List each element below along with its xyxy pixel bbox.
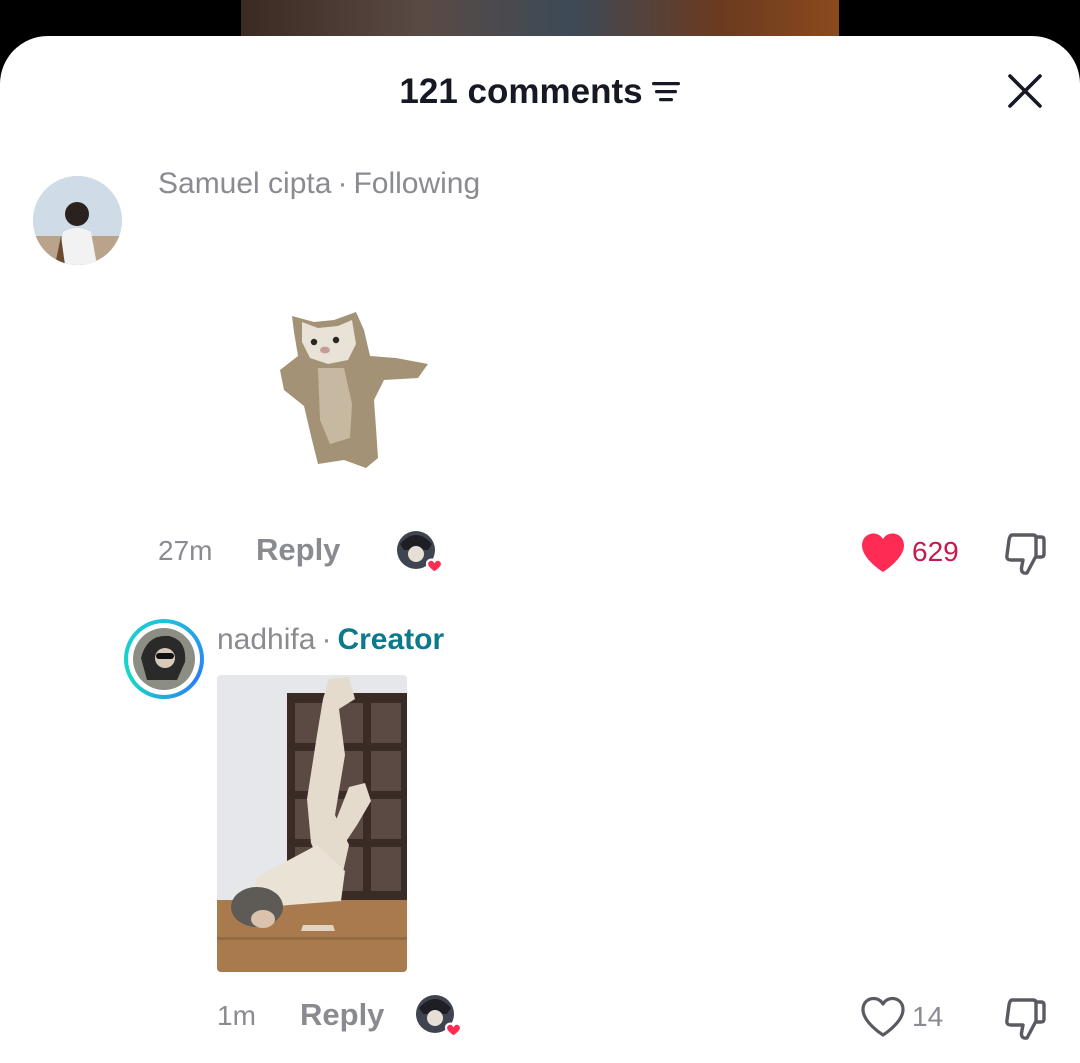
avatar[interactable] (33, 176, 122, 265)
creator-liked-indicator (415, 994, 463, 1038)
comment-username[interactable]: Samuel cipta (158, 167, 331, 200)
filter-icon[interactable] (651, 80, 681, 104)
separator-dot: · (321, 623, 332, 656)
heart-icon[interactable] (860, 532, 906, 574)
like-count: 629 (912, 536, 959, 567)
comments-count-title: 121 comments (399, 72, 643, 111)
comment-author-line: Samuel cipta · Following (158, 167, 480, 201)
creator-liked-avatar (397, 531, 444, 574)
reply-author-line: nadhifa · Creator (217, 623, 444, 657)
comment-timestamp: 27m (158, 535, 213, 566)
creator-liked-indicator (396, 530, 444, 574)
reply-button[interactable]: Reply (300, 997, 384, 1033)
comment-relation: Following (353, 167, 481, 200)
heart-outline-icon[interactable] (860, 996, 906, 1038)
reply-timestamp: 1m (217, 1000, 256, 1031)
creator-badge: Creator (337, 623, 445, 656)
reply-like-count: 14 (912, 1001, 944, 1032)
creator-liked-avatar (416, 995, 463, 1038)
cat-sticker (280, 312, 428, 468)
dislike-icon[interactable] (1002, 531, 1048, 577)
reply-username[interactable]: nadhifa (217, 623, 315, 656)
dislike-icon[interactable] (1002, 996, 1048, 1042)
comments-header: 121 comments (0, 72, 1080, 112)
reply-button[interactable]: Reply (256, 532, 340, 568)
creator-avatar[interactable] (124, 619, 204, 699)
reply-photo[interactable] (217, 675, 407, 972)
separator-dot: · (337, 167, 348, 200)
close-icon[interactable] (1004, 70, 1046, 112)
